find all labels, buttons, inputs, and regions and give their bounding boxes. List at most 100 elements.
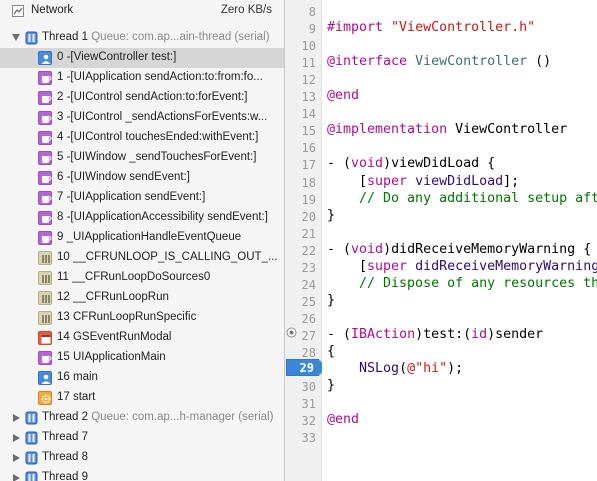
stack-frame-row[interactable]: 12 __CFRunLoopRun <box>0 288 284 308</box>
code-token: void <box>351 156 384 172</box>
code-line[interactable]: @end <box>327 88 359 103</box>
line-number: 24 <box>301 277 316 292</box>
column-icon <box>38 291 52 305</box>
line-number: 28 <box>301 346 316 360</box>
stack-frame-label: 5 -[UIWindow _sendTouchesForEvent:] <box>57 151 257 163</box>
stack-frame-row[interactable]: 1 -[UIApplication sendAction:to:from:fo.… <box>0 68 284 88</box>
code-editor[interactable]: #import "ViewController.h" @interface Vie… <box>322 0 597 481</box>
stack-frame-label: 6 -[UIWindow sendEvent:] <box>57 171 190 183</box>
code-line[interactable]: - (IBAction)test:(id)sender <box>327 327 543 342</box>
stack-frame-row[interactable]: 6 -[UIWindow sendEvent:] <box>0 168 284 188</box>
stack-frame-label: 14 GSEventRunModal <box>57 331 172 343</box>
stack-frame-row[interactable]: 13 CFRunLoopRunSpecific <box>0 308 284 328</box>
code-line[interactable]: [super didReceiveMemoryWarning <box>327 259 597 274</box>
disclosure-closed-icon[interactable] <box>13 414 20 422</box>
code-token: didReceiveMemoryWarning <box>415 258 597 274</box>
code-token: ]; <box>503 173 520 189</box>
stack-frame-label: 13 CFRunLoopRunSpecific <box>57 311 197 323</box>
stack-frame-label: 15 UIApplicationMain <box>57 351 166 363</box>
line-number-gutter[interactable]: 8 9 10 11 12 13 14 15 16 17 18 19 20 21 22 23 24 25 26 27 28… <box>285 0 322 481</box>
code-token: #import <box>327 20 392 36</box>
stack-frame-label: 12 __CFRunLoopRun <box>57 291 169 303</box>
stack-frame-row[interactable]: 7 -[UIApplication sendEvent:] <box>0 188 284 208</box>
code-token: - ( <box>327 326 352 342</box>
code-line[interactable]: } <box>327 208 335 223</box>
gear-icon <box>38 391 52 405</box>
cup-icon <box>38 211 52 225</box>
stack-frame-row[interactable]: 2 -[UIControl sendAction:to:forEvent:] <box>0 88 284 108</box>
stack-frame-row[interactable]: 17 start <box>0 388 284 408</box>
code-token: ); <box>447 361 464 377</box>
stack-frame-row[interactable]: 15 UIApplicationMain <box>0 348 284 368</box>
thread-label: Thread 9 <box>42 471 89 481</box>
thread-label: Thread 2 Queue: com.ap...h-manager (seri… <box>42 411 274 423</box>
line-number: 25 <box>301 294 316 309</box>
stack-frame-row[interactable]: 4 -[UIControl touchesEnded:withEvent:] <box>0 128 284 148</box>
thread-row[interactable]: Thread 8 <box>0 448 284 468</box>
code-line[interactable]: { <box>327 344 335 359</box>
stack-frame-row[interactable]: 8 -[UIApplicationAccessibility sendEvent… <box>0 208 284 228</box>
thread-row[interactable]: Thread 7 <box>0 428 284 448</box>
code-token: - ( <box>327 241 352 257</box>
code-token: @interface <box>327 54 416 70</box>
disclosure-closed-icon[interactable] <box>13 474 20 481</box>
disclosure-closed-icon[interactable] <box>13 454 20 462</box>
code-line[interactable]: - (void)viewDidLoad { <box>327 156 495 171</box>
line-number: 32 <box>301 414 316 429</box>
code-line[interactable]: @end <box>327 412 359 427</box>
line-number: 31 <box>301 397 316 412</box>
ibaction-connection-icon[interactable] <box>286 327 297 338</box>
code-line[interactable]: } <box>327 293 335 308</box>
code-token: IBAction <box>351 326 416 342</box>
thread-row[interactable]: Thread 1 Queue: com.ap...ain-thread (ser… <box>0 28 284 48</box>
disclosure-open-icon[interactable] <box>12 34 20 41</box>
code-line[interactable]: // Dispose of any resources th <box>327 276 597 291</box>
line-number: 22 <box>301 243 316 258</box>
code-token: @"hi" <box>407 361 448 377</box>
code-token: )viewDidLoad { <box>383 156 496 172</box>
column-icon <box>38 251 52 265</box>
stack-frame-row[interactable]: 0 -[ViewController test:] <box>0 48 284 68</box>
code-token: } <box>327 378 336 394</box>
code-token: NSLog <box>359 361 400 377</box>
disclosure-closed-icon[interactable] <box>13 434 20 442</box>
line-number: 10 <box>301 39 316 54</box>
code-line[interactable]: NSLog(@"hi"); <box>327 361 463 376</box>
network-row[interactable]: Network Zero KB/s <box>0 1 284 21</box>
code-line[interactable]: @implementation ViewController <box>327 122 567 137</box>
current-line-number: 29 <box>299 361 314 375</box>
code-token: { <box>327 344 336 359</box>
stack-frame-row[interactable]: 3 -[UIControl _sendActionsForEvents:w... <box>0 108 284 128</box>
stack-frame-row[interactable]: 5 -[UIWindow _sendTouchesForEvent:] <box>0 148 284 168</box>
cup-icon <box>38 191 52 205</box>
stack-frame-row[interactable]: 10 __CFRUNLOOP_IS_CALLING_OUT_... <box>0 248 284 268</box>
code-line[interactable]: } <box>327 378 335 393</box>
line-number: 21 <box>301 226 316 241</box>
person-icon <box>38 371 52 385</box>
line-number: 33 <box>301 431 316 446</box>
code-line[interactable]: - (void)didReceiveMemoryWarning { <box>327 242 591 257</box>
code-token: ( <box>399 361 408 377</box>
code-line[interactable]: @interface ViewController () <box>327 54 551 69</box>
person-icon <box>38 51 52 65</box>
stack-frame-row[interactable]: 16 main <box>0 368 284 388</box>
code-token: [ <box>327 173 368 189</box>
thread-label: Thread 7 <box>42 431 89 443</box>
code-token: () <box>527 54 552 70</box>
line-number: 14 <box>301 107 316 122</box>
line-number: 9 <box>308 22 316 37</box>
code-token: } <box>327 207 336 223</box>
stack-frame-row[interactable]: 14 GSEventRunModal <box>0 328 284 348</box>
thread-row[interactable]: Thread 9 <box>0 468 284 481</box>
thread-row[interactable]: Thread 2 Queue: com.ap...h-manager (seri… <box>0 408 284 428</box>
stack-frame-row[interactable]: 11 __CFRunLoopDoSources0 <box>0 268 284 288</box>
code-line[interactable]: // Do any additional setup aft <box>327 191 597 206</box>
code-token: @end <box>327 88 360 104</box>
code-line[interactable]: [super viewDidLoad]; <box>327 174 519 189</box>
line-number: 20 <box>301 209 316 224</box>
code-token: super <box>367 173 416 189</box>
code-line[interactable]: #import "ViewController.h" <box>327 20 535 35</box>
line-number: 30 <box>301 380 316 395</box>
stack-frame-row[interactable]: 9 _UIApplicationHandleEventQueue <box>0 228 284 248</box>
